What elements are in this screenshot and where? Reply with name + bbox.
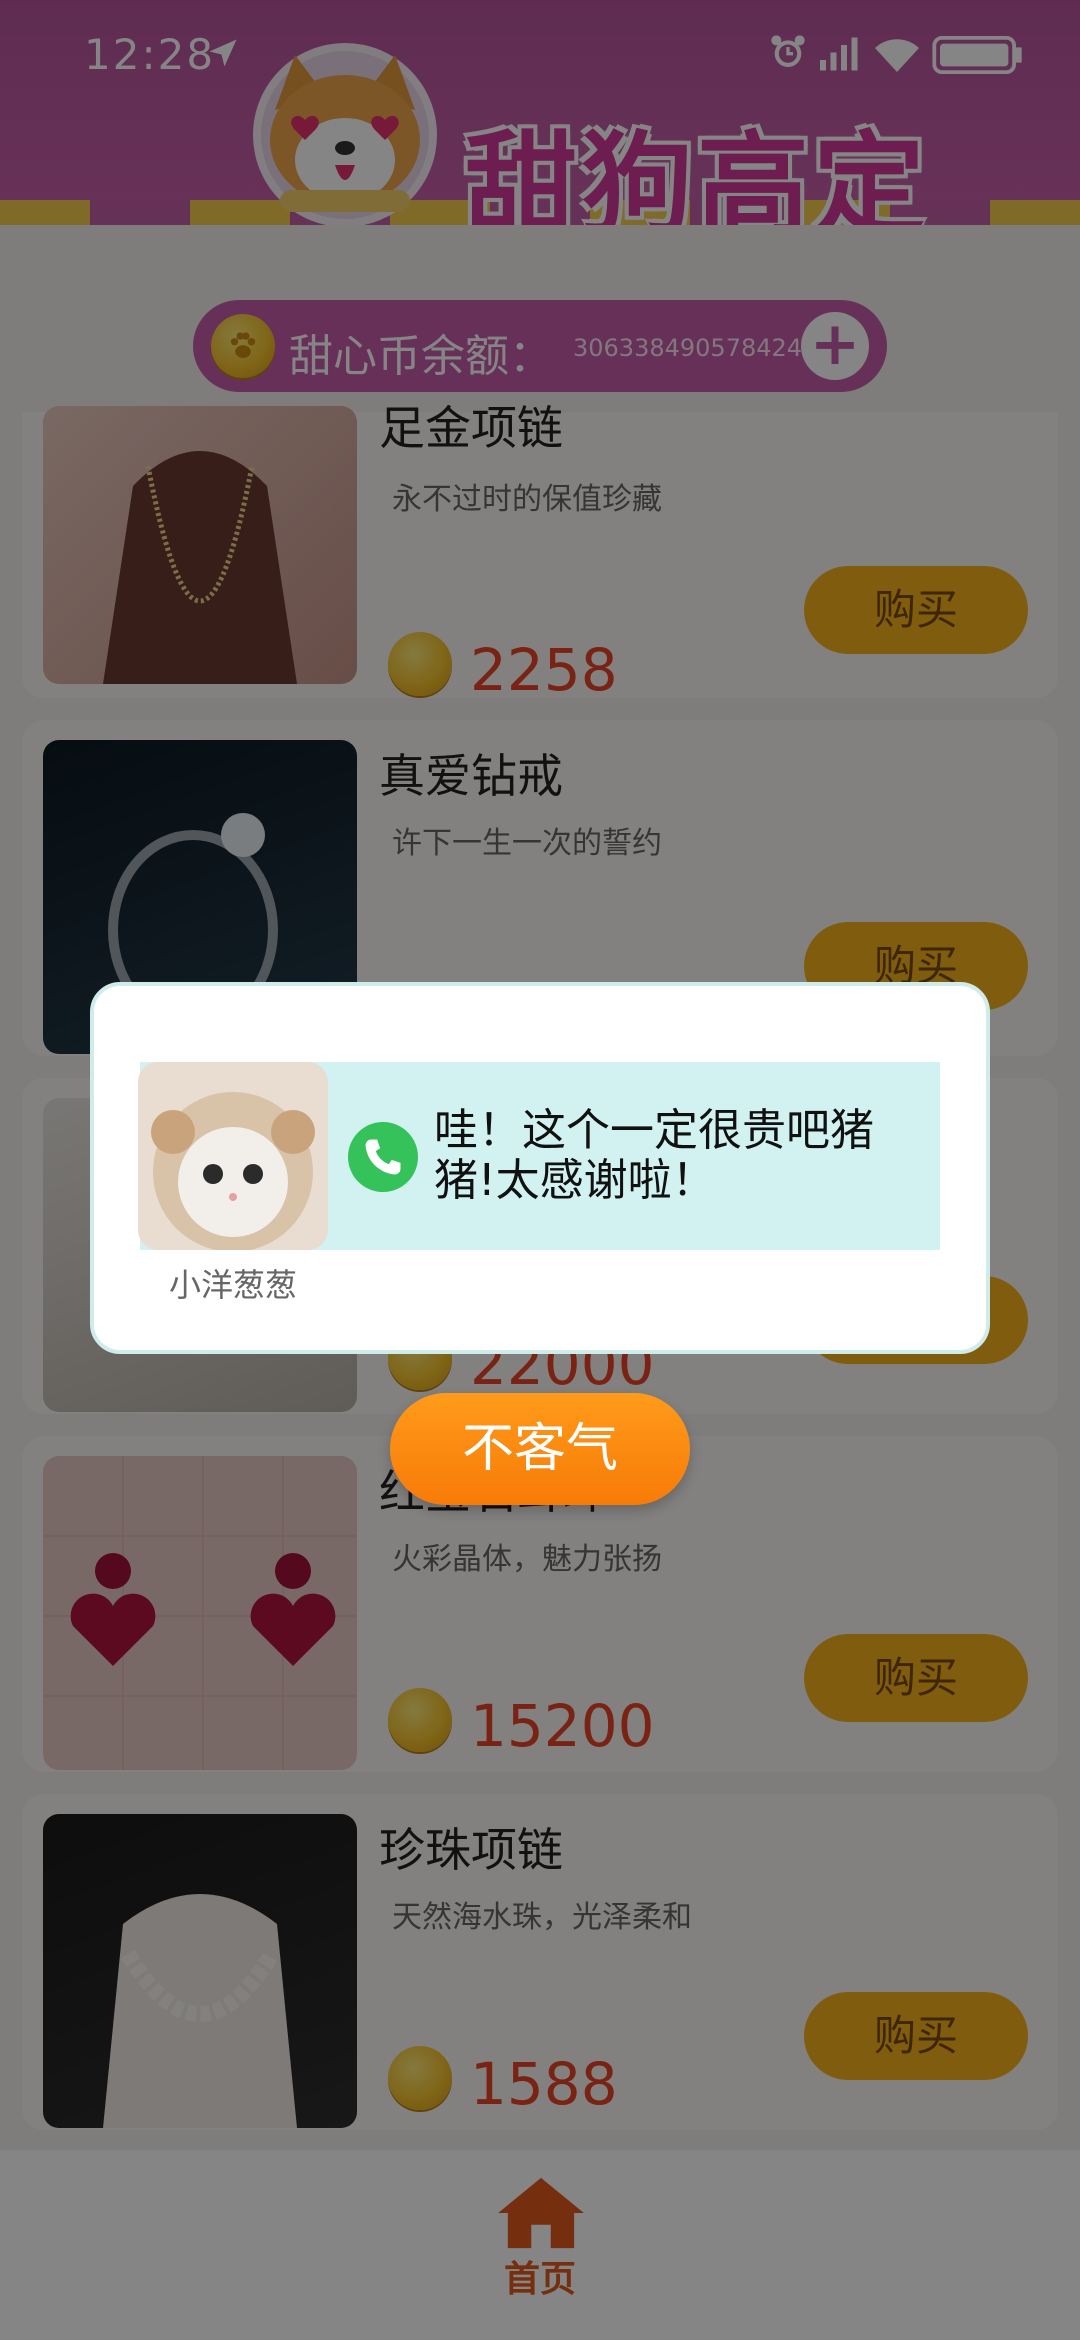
message-text: 哇！这个一定很贵吧猪猪!太感谢啦！ [434, 1105, 874, 1206]
message-dialog: 小洋葱葱 哇！这个一定很贵吧猪猪!太感谢啦！ [90, 982, 990, 1354]
phone-icon [348, 1122, 418, 1192]
avatar [138, 1062, 328, 1250]
sender-name: 小洋葱葱 [168, 1266, 297, 1304]
confirm-button[interactable]: 不客气 [390, 1393, 690, 1505]
